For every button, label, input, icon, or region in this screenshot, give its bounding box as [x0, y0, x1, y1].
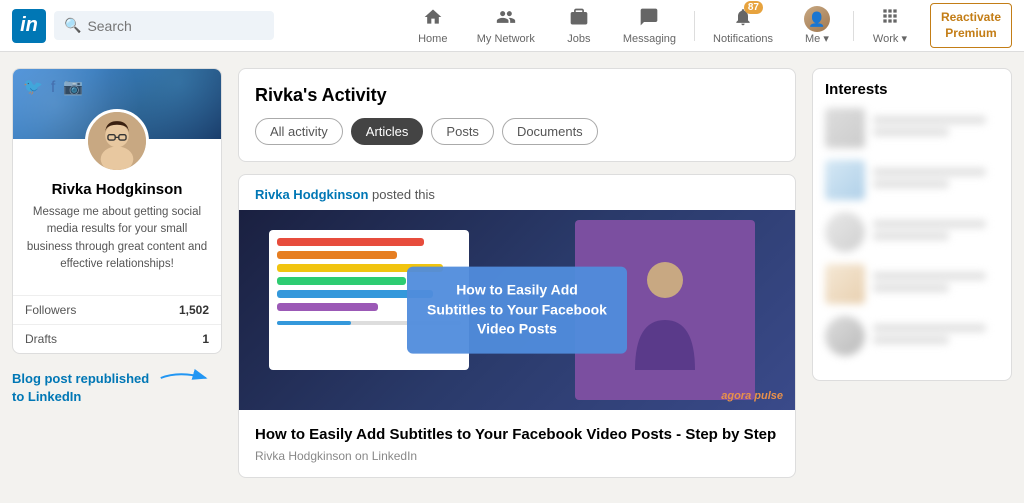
- interests-card: Interests: [812, 68, 1012, 381]
- post-overlay-box: How to Easily Add Subtitles to Your Face…: [407, 267, 627, 354]
- nav-separator: [694, 11, 695, 41]
- overlay-text: How to Easily Add Subtitles to Your Face…: [425, 281, 609, 340]
- drafts-stat: Drafts 1: [13, 325, 221, 353]
- main-content: Rivka's Activity All activity Articles P…: [238, 68, 796, 478]
- interest-item-4: [825, 264, 999, 304]
- nav-jobs-label: Jobs: [567, 33, 590, 45]
- nav-notifications-label: Notifications: [713, 33, 773, 45]
- tab-all-activity[interactable]: All activity: [255, 118, 343, 145]
- messaging-icon: [639, 7, 659, 33]
- activity-card: Rivka's Activity All activity Articles P…: [238, 68, 796, 162]
- followers-label: Followers: [25, 303, 76, 317]
- nav-messaging-label: Messaging: [623, 33, 676, 45]
- agora-pulse-logo: agora pulse: [721, 390, 783, 402]
- nav-item-messaging[interactable]: Messaging: [611, 1, 688, 51]
- nav-item-me[interactable]: 👤 Me ▾: [787, 0, 847, 51]
- tab-documents[interactable]: Documents: [502, 118, 598, 145]
- activity-tabs: All activity Articles Posts Documents: [255, 118, 779, 145]
- interests-title: Interests: [825, 81, 999, 98]
- nav-network-label: My Network: [477, 33, 535, 45]
- notifications-badge: 87: [744, 1, 763, 14]
- tab-posts[interactable]: Posts: [431, 118, 494, 145]
- post-card: Rivka Hodgkinson posted this: [238, 174, 796, 478]
- left-sidebar: 🐦 f 📷: [12, 68, 222, 478]
- page-layout: 🐦 f 📷: [0, 52, 1024, 494]
- nav-item-home[interactable]: Home: [403, 1, 463, 51]
- post-action-text: posted this: [372, 187, 435, 202]
- nav-home-label: Home: [418, 33, 447, 45]
- search-icon: 🔍: [64, 17, 81, 34]
- post-content: How to Easily Add Subtitles to Your Face…: [239, 410, 795, 477]
- right-sidebar: Interests: [812, 68, 1012, 478]
- search-input[interactable]: [87, 18, 264, 34]
- me-avatar: 👤: [804, 6, 830, 32]
- profile-bio: Message me about getting social media re…: [25, 204, 209, 273]
- nav-me-label: Me ▾: [805, 32, 829, 45]
- linkedin-logo[interactable]: in: [12, 9, 46, 43]
- nav-center: Home My Network Jobs Messaging: [403, 0, 1012, 51]
- blue-arrow-icon: [157, 366, 217, 390]
- navbar: in 🔍 Home My Network Jobs: [0, 0, 1024, 52]
- interest-item-1: [825, 108, 999, 148]
- nav-item-work[interactable]: Work ▾: [860, 0, 920, 51]
- nav-item-jobs[interactable]: Jobs: [549, 1, 609, 51]
- post-source: Rivka Hodgkinson on LinkedIn: [255, 449, 779, 463]
- profile-avatar-wrap: [13, 109, 221, 173]
- profile-card: 🐦 f 📷: [12, 68, 222, 354]
- work-icon: [880, 6, 900, 32]
- home-icon: [423, 7, 443, 33]
- tab-articles[interactable]: Articles: [351, 118, 424, 145]
- profile-name: Rivka Hodgkinson: [25, 181, 209, 198]
- blog-republished-link[interactable]: Blog post republished to LinkedIn: [12, 370, 149, 406]
- post-image-inner: How to Easily Add Subtitles to Your Face…: [239, 210, 795, 410]
- profile-stats: Followers 1,502 Drafts 1: [13, 295, 221, 353]
- interest-item-3: [825, 212, 999, 252]
- blog-link-section: Blog post republished to LinkedIn: [12, 366, 222, 406]
- drafts-count: 1: [202, 332, 209, 346]
- profile-avatar: [85, 109, 149, 173]
- post-meta: Rivka Hodgkinson posted this: [239, 175, 795, 210]
- nav-item-network[interactable]: My Network: [465, 1, 547, 51]
- profile-info: Rivka Hodgkinson Message me about gettin…: [13, 173, 221, 285]
- notifications-icon: 87: [733, 7, 753, 33]
- post-author-link[interactable]: Rivka Hodgkinson: [255, 187, 368, 202]
- followers-count: 1,502: [179, 303, 209, 317]
- drafts-label: Drafts: [25, 332, 57, 346]
- nav-work-label: Work ▾: [873, 32, 907, 45]
- reactivate-premium-button[interactable]: Reactivate Premium: [930, 3, 1012, 48]
- network-icon: [496, 7, 516, 33]
- post-image: How to Easily Add Subtitles to Your Face…: [239, 210, 795, 410]
- activity-title: Rivka's Activity: [255, 85, 779, 106]
- nav-separator-2: [853, 11, 854, 41]
- nav-item-notifications[interactable]: 87 Notifications: [701, 1, 785, 51]
- search-bar[interactable]: 🔍: [54, 11, 274, 40]
- interest-item-2: [825, 160, 999, 200]
- followers-stat: Followers 1,502: [13, 296, 221, 325]
- jobs-icon: [569, 7, 589, 33]
- post-title[interactable]: How to Easily Add Subtitles to Your Face…: [255, 424, 779, 445]
- interest-item-5: [825, 316, 999, 356]
